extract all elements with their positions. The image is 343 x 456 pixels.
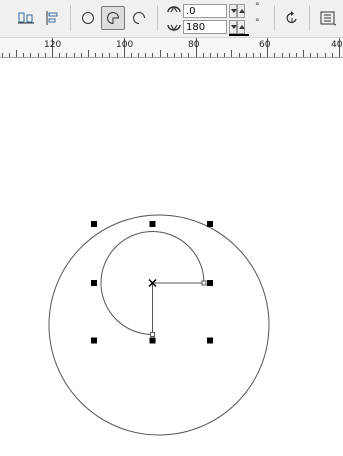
arc-mode-button[interactable]: [127, 6, 151, 30]
property-bar: ° °: [0, 0, 343, 38]
selection-handle-bottom[interactable]: [149, 337, 156, 344]
pie-end-node[interactable]: [150, 332, 155, 337]
ellipse-mode-button[interactable]: [76, 6, 100, 30]
arrow-up-icon: [239, 25, 245, 29]
start-angle-spinner[interactable]: [229, 4, 245, 18]
start-angle-input[interactable]: [183, 4, 227, 18]
align-icon: [18, 12, 34, 24]
ellipse-icon: [82, 12, 94, 24]
ellipse-shape[interactable]: [48, 214, 270, 436]
canvas-drawing: [48, 214, 270, 436]
selection-handle-bottom-left[interactable]: [91, 337, 97, 344]
start-angle-unit: °: [255, 2, 260, 12]
spin-up-button[interactable]: [237, 4, 245, 18]
change-direction-button[interactable]: [280, 6, 304, 30]
direction-icon: [286, 11, 297, 24]
wrap-icon: [320, 11, 336, 26]
ruler-label: 100: [116, 40, 134, 50]
selection-handle-right[interactable]: [207, 280, 213, 286]
pie-mode-button[interactable]: [101, 6, 125, 30]
distribute-icon: [46, 11, 58, 25]
wrap-text-button[interactable]: [316, 6, 340, 30]
ruler-label: 80: [188, 40, 200, 50]
toolbar-separator: [274, 5, 275, 31]
distribute-button[interactable]: [40, 6, 64, 30]
spin-down-button[interactable]: [229, 4, 237, 18]
start-angle-icon: [167, 5, 181, 13]
end-angle-spinner[interactable]: [229, 20, 245, 34]
arrow-up-icon: [239, 9, 245, 13]
horizontal-ruler[interactable]: 120 100 80 60 40: [0, 38, 343, 58]
drawing-canvas[interactable]: [0, 58, 343, 456]
end-angle-input[interactable]: [183, 20, 227, 34]
spin-up-button[interactable]: [237, 20, 245, 34]
end-angle-icon: [167, 24, 181, 32]
toolbar-separator: [70, 5, 71, 31]
selection-handle-top[interactable]: [149, 221, 156, 227]
arc-icon: [133, 12, 145, 24]
pie-start-node[interactable]: [201, 280, 207, 286]
selection-handle-bottom-right[interactable]: [207, 337, 213, 344]
ruler-label: 60: [259, 40, 271, 50]
focus-underline: [229, 34, 249, 36]
toolbar-separator: [309, 5, 310, 31]
pie-icon: [107, 12, 120, 25]
end-angle-unit: °: [255, 18, 260, 28]
ruler-label: 40: [331, 40, 343, 50]
toolbar-separator: [157, 5, 158, 31]
selection-handle-left[interactable]: [91, 280, 97, 286]
spin-down-button[interactable]: [229, 20, 237, 34]
selection-handle-top-right[interactable]: [207, 221, 213, 227]
selection-handle-top-left[interactable]: [91, 221, 97, 227]
align-button[interactable]: [14, 6, 38, 30]
ruler-label: 120: [44, 40, 62, 50]
